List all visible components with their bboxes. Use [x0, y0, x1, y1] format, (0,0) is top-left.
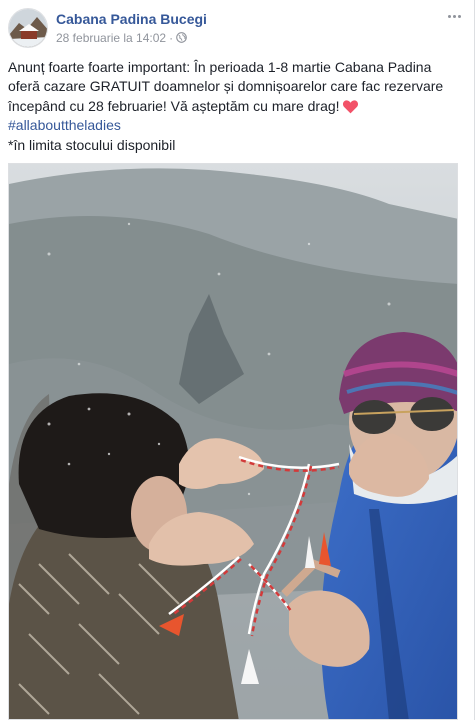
post-text-line: începând cu 28 februarie! Vă așteptăm cu…: [8, 97, 340, 114]
globe-icon[interactable]: [176, 32, 187, 43]
facebook-post: Cabana Padina Bucegi 28 februarie la 14:…: [0, 0, 475, 720]
heart-icon: [342, 100, 358, 114]
hashtag-link[interactable]: #allabouttheladies: [8, 117, 121, 133]
post-footnote: *în limita stocului disponibil: [8, 136, 176, 153]
more-options-button[interactable]: [442, 8, 466, 24]
post-header: Cabana Padina Bucegi 28 februarie la 14:…: [8, 8, 466, 50]
post-text-line-with-heart: începând cu 28 februarie! Vă așteptăm cu…: [8, 97, 463, 116]
post-photo[interactable]: [8, 163, 458, 720]
meta-separator: ·: [169, 31, 174, 45]
page-name-link[interactable]: Cabana Padina Bucegi: [56, 11, 207, 27]
post-meta: 28 februarie la 14:02 ·: [56, 31, 187, 45]
post-text-line: oferă cazare GRATUIT doamnelor și domniș…: [8, 78, 444, 95]
page-avatar[interactable]: [8, 8, 48, 48]
ellipsis-icon: [447, 14, 451, 18]
post-body: Anunț foarte foarte important: În perioa…: [8, 58, 463, 155]
post-timestamp[interactable]: 28 februarie la 14:02: [56, 31, 166, 45]
post-text-line: Anunț foarte foarte important: În perioa…: [8, 59, 432, 75]
